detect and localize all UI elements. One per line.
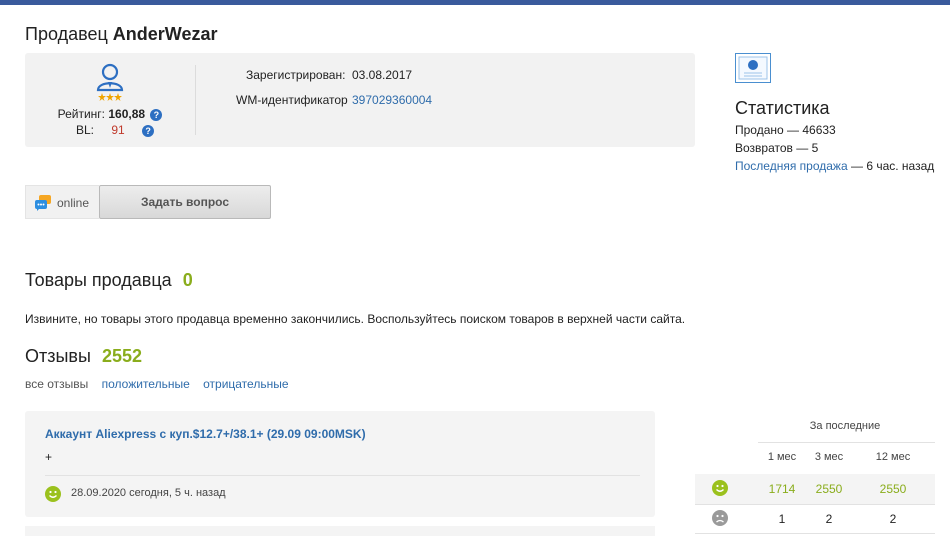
reviews-title-text: Отзывы [25, 346, 91, 366]
reviews-count: 2552 [101, 346, 142, 366]
positive-3-months: 2550 [815, 482, 843, 496]
reviews-section-title: Отзывы 2552 [25, 346, 142, 367]
negative-12-months: 2 [889, 512, 897, 526]
col-3-months: 3 мес [814, 451, 844, 463]
online-status: online [57, 196, 90, 210]
positive-smile-icon [45, 486, 61, 502]
bl-label: BL: [76, 123, 95, 137]
rating-row: Рейтинг: 160,88 ? [25, 107, 195, 121]
ask-question-button[interactable]: Задать вопрос [99, 185, 271, 219]
review-text: + [45, 450, 53, 464]
goods-title-text: Товары продавца [25, 270, 172, 290]
rating-stars [98, 88, 122, 101]
stats-sold: Продано — 46633 [735, 123, 836, 137]
stats-row-divider [695, 504, 935, 505]
info-divider [195, 65, 196, 135]
rating-value: 160,88 [108, 107, 146, 121]
review-filters: все отзывы положительные отрицательные [25, 377, 289, 391]
positive-1-month: 1714 [768, 482, 796, 496]
col-1-month: 1 мес [767, 451, 797, 463]
goods-count: 0 [182, 270, 193, 290]
review-divider [45, 475, 640, 476]
filter-negative-link[interactable]: отрицательные [203, 377, 288, 391]
wm-id-label: WM-идентификатор [236, 93, 348, 107]
last-sale-link[interactable]: Последняя продажа [735, 159, 848, 173]
positive-12-months: 2550 [879, 482, 907, 496]
rating-help-icon[interactable]: ? [150, 109, 163, 121]
page-title: Продавец AnderWezar [25, 24, 217, 45]
bl-value: 91 [111, 123, 125, 137]
filter-positive-link[interactable]: положительные [102, 377, 190, 391]
positive-smile-icon [712, 480, 728, 496]
review-stats-header-line [758, 442, 935, 443]
negative-smile-icon [712, 510, 728, 526]
bl-row: BL: 91 ? [76, 123, 155, 137]
col-12-months: 12 мес [875, 451, 911, 463]
review-date: 28.09.2020 сегодня, 5 ч. назад [71, 487, 226, 499]
bl-help-icon[interactable]: ? [142, 125, 155, 137]
page-title-prefix: Продавец [25, 24, 108, 44]
registered-value: 03.08.2017 [352, 68, 413, 82]
wm-id-link[interactable]: 397029360004 [352, 93, 432, 107]
review-card-next [25, 526, 655, 536]
last-sale-value: — 6 час. назад [850, 159, 935, 173]
stats-returns: Возвратов — 5 [735, 141, 819, 155]
stats-title: Статистика [735, 98, 830, 118]
top-bar [0, 0, 950, 5]
seller-name: AnderWezar [112, 24, 218, 44]
stats-last-sale: Последняя продажа — 6 час. назад [735, 159, 934, 173]
review-stats-header: За последние [809, 420, 881, 432]
stats-row-divider [695, 533, 935, 534]
rating-label: Рейтинг: [57, 107, 105, 121]
goods-empty-note: Извините, но товары этого продавца време… [25, 312, 686, 326]
certificate-icon[interactable] [735, 53, 771, 83]
registered-label: Зарегистрирован: [246, 68, 346, 82]
filter-all-reviews[interactable]: все отзывы [25, 377, 88, 391]
review-product-link[interactable]: Аккаунт Aliexpress с куп.$12.7+/38.1+ (2… [45, 427, 366, 441]
chat-bubbles-icon [34, 194, 52, 212]
negative-3-months: 2 [825, 512, 833, 526]
goods-section-title: Товары продавца 0 [25, 270, 193, 291]
negative-1-month: 1 [778, 512, 786, 526]
